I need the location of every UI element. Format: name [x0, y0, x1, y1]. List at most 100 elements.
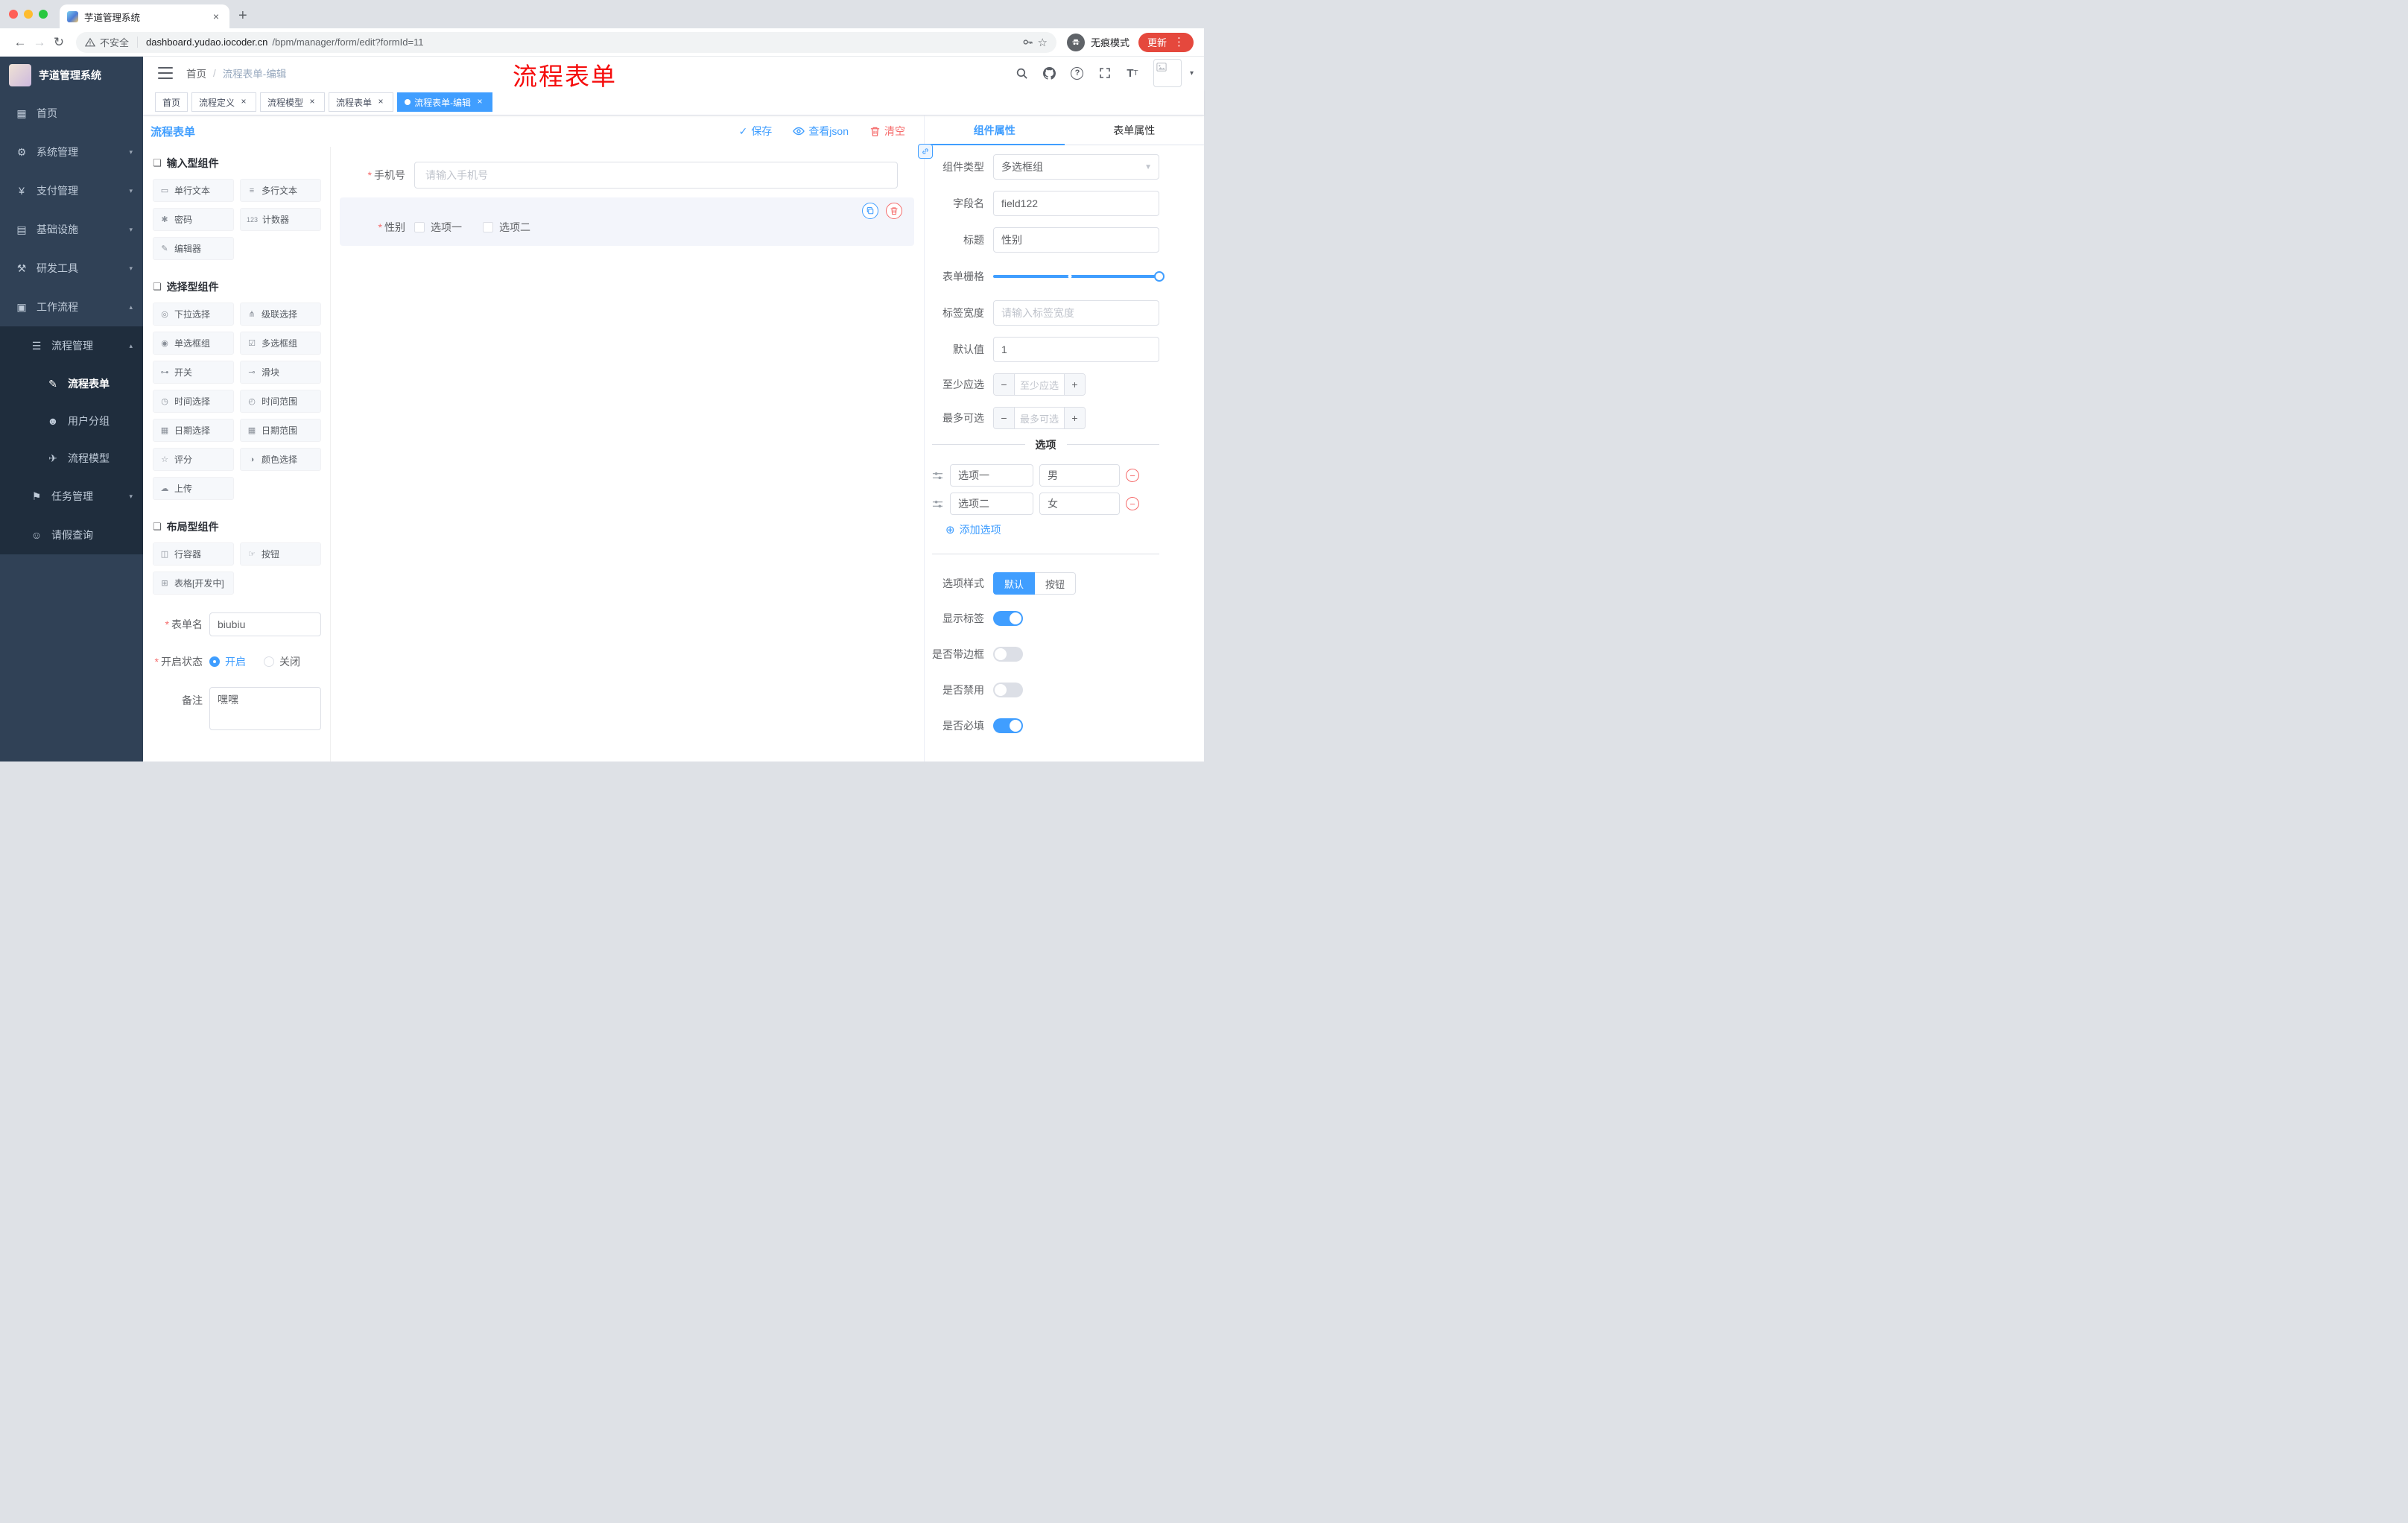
palette-item-row-container[interactable]: ◫ 行容器: [153, 542, 234, 566]
remark-textarea[interactable]: 嘿嘿: [209, 687, 321, 730]
sidebar-item-task-mgmt[interactable]: ⚑ 任务管理 ▾: [0, 477, 143, 516]
min-select-input[interactable]: 至少应选: [1015, 374, 1064, 395]
option-value-input[interactable]: [1039, 493, 1120, 515]
decrease-button[interactable]: −: [994, 408, 1015, 428]
slider-handle[interactable]: [1154, 271, 1165, 282]
sidebar-item-process-mgmt[interactable]: ☰ 流程管理 ▴: [0, 326, 143, 365]
app-logo[interactable]: 芋道管理系统: [0, 57, 143, 94]
sidebar-item-leave-query[interactable]: ☺ 请假查询: [0, 516, 143, 554]
window-close-button[interactable]: [9, 10, 18, 19]
status-off-label[interactable]: 关闭: [279, 654, 300, 669]
palette-item-slider[interactable]: ⊸ 滑块: [240, 361, 321, 384]
form-grid-slider[interactable]: [993, 264, 1165, 289]
palette-item-upload[interactable]: ☁ 上传: [153, 477, 234, 500]
palette-item-time-range[interactable]: ◴ 时间范围: [240, 390, 321, 413]
view-json-button[interactable]: 查看json: [793, 124, 849, 139]
breadcrumb-home[interactable]: 首页: [186, 66, 206, 80]
add-option-button[interactable]: ⊕ 添加选项: [945, 522, 1159, 537]
remove-option-button[interactable]: −: [1126, 497, 1139, 510]
selected-component-gender[interactable]: * 性别 选项一 选项二: [340, 197, 914, 246]
gender-option-1[interactable]: 选项一: [414, 220, 462, 235]
drag-handle-icon[interactable]: [932, 470, 944, 481]
avatar[interactable]: [1153, 59, 1182, 87]
palette-item-radio-group[interactable]: ◉ 单选框组: [153, 332, 234, 355]
palette-item-color-picker[interactable]: ◑ 颜色选择: [240, 448, 321, 471]
bookmark-star-icon[interactable]: ☆: [1038, 36, 1048, 49]
palette-item-cascader[interactable]: ⋔ 级联选择: [240, 303, 321, 326]
increase-button[interactable]: +: [1064, 374, 1085, 395]
fullscreen-icon[interactable]: [1098, 66, 1112, 80]
border-toggle[interactable]: [993, 647, 1023, 662]
status-off-radio[interactable]: [264, 656, 274, 667]
option-label-input[interactable]: [950, 464, 1033, 487]
palette-item-date-range[interactable]: ▦ 日期范围: [240, 419, 321, 442]
browser-tab[interactable]: 芋道管理系统 ×: [60, 4, 229, 28]
palette-item-rate[interactable]: ☆ 评分: [153, 448, 234, 471]
tag-process-form[interactable]: 流程表单 ×: [329, 92, 394, 112]
window-zoom-button[interactable]: [39, 10, 48, 19]
component-type-select[interactable]: 多选框组 ▼: [993, 154, 1159, 180]
field-name-input[interactable]: [993, 191, 1159, 216]
status-on-radio[interactable]: [209, 656, 220, 667]
palette-item-time-picker[interactable]: ◷ 时间选择: [153, 390, 234, 413]
gender-option-2[interactable]: 选项二: [483, 220, 530, 235]
palette-item-editor[interactable]: ✎ 编辑器: [153, 237, 234, 260]
increase-button[interactable]: +: [1064, 408, 1085, 428]
phone-input[interactable]: [414, 162, 898, 189]
tab-form-props[interactable]: 表单属性: [1065, 115, 1205, 145]
close-tag-icon[interactable]: ×: [376, 97, 386, 107]
drag-handle-icon[interactable]: [932, 498, 944, 510]
palette-item-select[interactable]: ◎ 下拉选择: [153, 303, 234, 326]
key-icon[interactable]: [1022, 37, 1033, 48]
close-tag-icon[interactable]: ×: [475, 97, 485, 107]
sidebar-item-home[interactable]: ▦ 首页: [0, 94, 143, 133]
slider-track[interactable]: [993, 271, 1165, 282]
palette-item-button[interactable]: ☞ 按钮: [240, 542, 321, 566]
font-size-icon[interactable]: TT: [1126, 66, 1139, 80]
palette-item-counter[interactable]: 123 计数器: [240, 208, 321, 231]
sidebar-toggle-icon[interactable]: [158, 67, 173, 79]
caret-down-icon[interactable]: ▾: [1190, 69, 1194, 77]
tag-process-model[interactable]: 流程模型 ×: [260, 92, 326, 112]
clear-button[interactable]: 清空: [869, 124, 905, 139]
phone-field[interactable]: * 手机号: [340, 162, 898, 189]
close-tab-icon[interactable]: ×: [210, 10, 222, 22]
help-icon[interactable]: ?: [1071, 66, 1084, 80]
option-value-input[interactable]: [1039, 464, 1120, 487]
sidebar-item-user-group[interactable]: ☻ 用户分组: [0, 402, 143, 440]
remove-option-button[interactable]: −: [1126, 469, 1139, 482]
sidebar-item-system-mgmt[interactable]: ⚙ 系统管理 ▾: [0, 133, 143, 171]
palette-item-switch[interactable]: ⊶ 开关: [153, 361, 234, 384]
delete-component-button[interactable]: [886, 203, 902, 219]
label-width-input[interactable]: [993, 300, 1159, 326]
disabled-toggle[interactable]: [993, 683, 1023, 697]
palette-item-checkbox-group[interactable]: ☑ 多选框组: [240, 332, 321, 355]
tag-process-form-edit[interactable]: 流程表单-编辑 ×: [397, 92, 493, 112]
title-input[interactable]: [993, 227, 1159, 253]
palette-item-date-picker[interactable]: ▦ 日期选择: [153, 419, 234, 442]
max-select-input[interactable]: 最多可选: [1015, 408, 1064, 428]
forward-icon[interactable]: →: [30, 35, 49, 50]
checkbox-icon[interactable]: [414, 222, 425, 232]
tag-home[interactable]: 首页: [155, 92, 188, 112]
window-minimize-button[interactable]: [24, 10, 33, 19]
style-default-button[interactable]: 默认: [993, 572, 1036, 595]
link-icon[interactable]: [918, 144, 933, 159]
sidebar-item-process-form[interactable]: ✎ 流程表单: [0, 365, 143, 402]
checkbox-icon[interactable]: [483, 222, 493, 232]
sidebar-item-workflow[interactable]: ▣ 工作流程 ▴: [0, 288, 143, 326]
browser-update-button[interactable]: 更新 ⋮: [1138, 32, 1194, 52]
palette-item-single-line-text[interactable]: ▭ 单行文本: [153, 179, 234, 202]
search-icon[interactable]: [1016, 66, 1029, 80]
sidebar-item-process-model[interactable]: ✈ 流程模型: [0, 440, 143, 477]
github-icon[interactable]: [1043, 66, 1056, 80]
decrease-button[interactable]: −: [994, 374, 1015, 395]
close-tag-icon[interactable]: ×: [307, 97, 317, 107]
tab-component-props[interactable]: 组件属性: [925, 115, 1065, 145]
option-label-input[interactable]: [950, 493, 1033, 515]
sidebar-item-payment-mgmt[interactable]: ¥ 支付管理 ▾: [0, 171, 143, 210]
save-button[interactable]: ✓ 保存: [739, 124, 773, 139]
reload-icon[interactable]: ↻: [49, 35, 69, 50]
sidebar-item-infrastructure[interactable]: ▤ 基础设施 ▾: [0, 210, 143, 249]
palette-item-password[interactable]: ✱ 密码: [153, 208, 234, 231]
